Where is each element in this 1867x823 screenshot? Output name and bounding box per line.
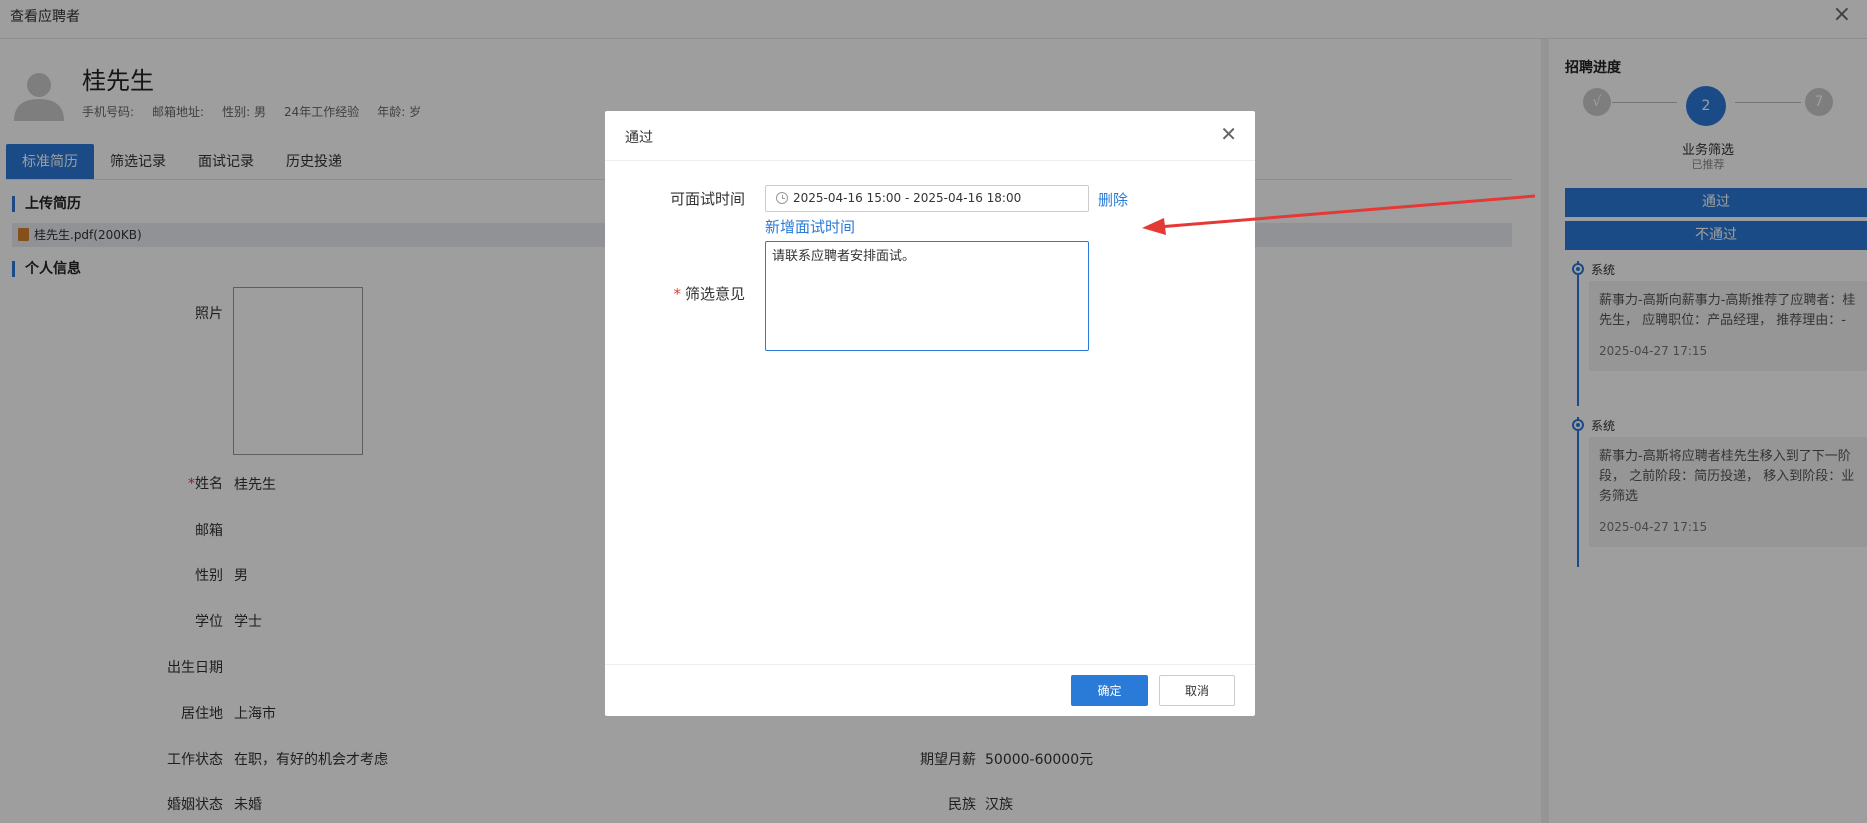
interview-time-range-input[interactable]: 2025-04-16 15:00 - 2025-04-16 18:00 [765, 185, 1089, 212]
confirm-button[interactable]: 确定 [1071, 675, 1148, 706]
interview-time-value: 2025-04-16 15:00 - 2025-04-16 18:00 [793, 191, 1022, 205]
clock-icon [776, 192, 788, 204]
interview-time-label: 可面试时间 [669, 190, 745, 208]
dialog-footer: 确定 取消 [605, 664, 1255, 716]
opinion-textarea[interactable]: 请联系应聘者安排面试。 [765, 241, 1089, 351]
dialog-close-icon[interactable]: ✕ [1220, 123, 1237, 145]
dialog-header: 通过 ✕ [605, 111, 1255, 161]
annotation-arrow-icon [1142, 194, 1536, 235]
cancel-button[interactable]: 取消 [1159, 675, 1235, 706]
opinion-label: * 筛选意见 [673, 285, 745, 303]
add-interview-time-link[interactable]: 新增面试时间 [765, 216, 855, 237]
delete-time-link[interactable]: 删除 [1098, 189, 1128, 210]
dialog-title: 通过 [625, 130, 653, 146]
